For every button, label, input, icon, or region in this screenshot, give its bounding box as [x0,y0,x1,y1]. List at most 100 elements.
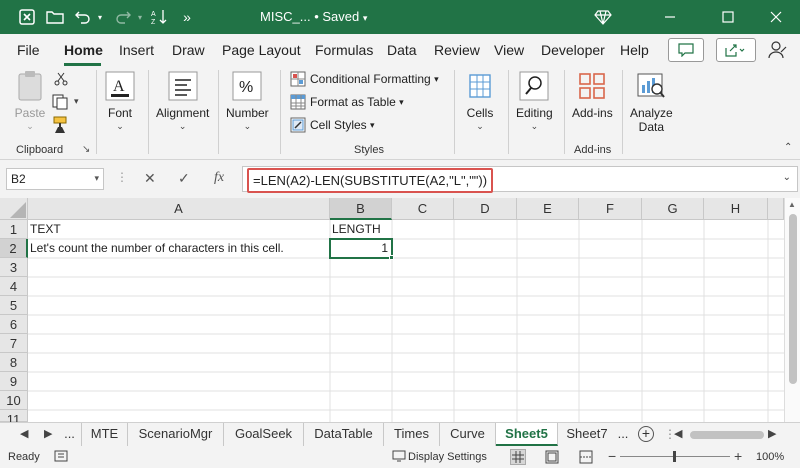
sheet-tab-goalseek[interactable]: GoalSeek [224,423,304,446]
name-box[interactable]: B2 ▾ [6,168,104,190]
vertical-scroll-thumb[interactable] [789,214,797,384]
open-folder-icon[interactable] [44,6,66,28]
tab-insert[interactable]: Insert [119,42,154,58]
display-settings-icon[interactable] [392,450,406,465]
column-header-a[interactable]: A [28,198,330,220]
insert-function-icon[interactable]: fx [214,170,224,186]
page-break-view-icon[interactable] [578,449,594,468]
row-header-2[interactable]: 2 [0,239,28,258]
close-icon[interactable] [754,0,798,34]
column-header-b[interactable]: B [330,198,392,220]
scroll-right-icon[interactable]: ▶ [768,427,776,440]
redo-dropdown-icon[interactable]: ▾ [134,6,146,28]
row-header-11[interactable]: 11 [0,410,28,427]
sheet-tab-sheet5[interactable]: Sheet5 [496,423,558,446]
select-all-button[interactable] [0,198,28,220]
cell-a2[interactable]: Let's count the number of characters in … [28,239,330,258]
tab-home[interactable]: Home [64,42,103,58]
zoom-level[interactable]: 100% [756,451,784,463]
previous-sheet-icon[interactable]: ◀ [20,427,28,440]
sheet-tab-curve[interactable]: Curve [440,423,496,446]
expand-formula-bar-icon[interactable]: ⌄ [783,172,791,183]
zoom-slider-thumb[interactable] [673,451,676,462]
cancel-entry-icon[interactable]: ✕ [144,170,156,187]
column-header-g[interactable]: G [642,198,704,220]
tab-developer[interactable]: Developer [541,42,605,58]
zoom-out-button[interactable]: − [608,448,616,464]
row-header-1[interactable]: 1 [0,220,28,239]
tab-review[interactable]: Review [434,42,480,58]
name-box-dropdown-icon[interactable]: ▾ [94,173,99,184]
redo-icon[interactable] [112,6,134,28]
column-header-e[interactable]: E [517,198,579,220]
conditional-formatting-button[interactable]: Conditional Formatting ▾ [290,71,439,87]
maximize-icon[interactable] [706,0,750,34]
normal-view-icon[interactable] [510,449,526,465]
tab-formulas[interactable]: Formulas [315,42,373,58]
number-button[interactable]: % Number ⌄ [226,70,269,132]
row-header-9[interactable]: 9 [0,372,28,391]
row-header-7[interactable]: 7 [0,334,28,353]
row-header-5[interactable]: 5 [0,296,28,315]
accessibility-icon[interactable] [54,450,68,465]
format-painter-icon[interactable] [52,116,70,137]
vertical-scrollbar[interactable]: ▲ [784,198,800,422]
next-sheet-icon[interactable]: ▶ [44,427,52,440]
alignment-button[interactable]: Alignment ⌄ [156,70,209,132]
add-ins-button[interactable]: Add-ins [572,70,613,120]
column-header-c[interactable]: C [392,198,454,220]
page-layout-view-icon[interactable] [544,449,560,468]
collaborate-icon[interactable] [768,40,788,60]
tab-help[interactable]: Help [620,42,649,58]
cells-button[interactable]: Cells ⌄ [464,70,496,132]
copy-dropdown-icon[interactable]: ▾ [74,96,79,107]
collapse-ribbon-icon[interactable]: ⌃ [784,142,792,153]
tab-view[interactable]: View [494,42,524,58]
zoom-in-button[interactable]: + [734,448,742,464]
premium-diamond-icon[interactable] [592,6,614,28]
sheet-tab-times[interactable]: Times [384,423,440,446]
tab-data[interactable]: Data [387,42,417,58]
editing-button[interactable]: Editing ⌄ [516,70,553,132]
column-header-d[interactable]: D [454,198,517,220]
horizontal-scroll-thumb[interactable] [690,431,764,439]
font-button[interactable]: A Font ⌄ [104,70,136,132]
sheet-tab-mte[interactable]: MTE [82,423,128,446]
undo-icon[interactable] [72,6,94,28]
cell-b1[interactable]: LENGTH [330,220,392,239]
format-as-table-button[interactable]: Format as Table ▾ [290,94,404,110]
formula-input[interactable]: =LEN(A2)-LEN(SUBSTITUTE(A2,"L","")) ⌄ [242,166,798,193]
fill-handle[interactable] [389,255,394,260]
clipboard-launcher-icon[interactable]: ↘ [82,144,90,155]
scroll-left-icon[interactable]: ◀ [674,427,682,440]
scroll-up-icon[interactable]: ▲ [788,200,796,209]
column-header-f[interactable]: F [579,198,642,220]
confirm-entry-icon[interactable]: ✓ [178,170,190,187]
sheet-tab-scenariomgr[interactable]: ScenarioMgr [128,423,224,446]
minimize-icon[interactable] [648,0,692,34]
tab-page-layout[interactable]: Page Layout [222,42,301,58]
analyze-data-button[interactable]: Analyze Data [630,70,673,134]
row-header-6[interactable]: 6 [0,315,28,334]
sheet-overflow-left[interactable]: ... [58,423,82,446]
paste-button[interactable]: Paste ⌄ [14,70,46,132]
comments-button[interactable] [668,38,704,62]
add-sheet-icon[interactable]: + [638,426,654,442]
column-header-h[interactable]: H [704,198,768,220]
share-button[interactable] [716,38,756,62]
sort-ascending-icon[interactable]: AZ [148,6,170,28]
display-settings-button[interactable]: Display Settings [408,451,487,463]
row-header-8[interactable]: 8 [0,353,28,372]
row-header-3[interactable]: 3 [0,258,28,277]
customize-toolbar-icon[interactable]: » [176,6,198,28]
sheet-tab-sheet7[interactable]: Sheet7 [558,423,616,446]
cell-styles-button[interactable]: Cell Styles ▾ [290,117,375,133]
cell-a1[interactable]: TEXT [28,220,330,239]
sheet-tab-datatable[interactable]: DataTable [304,423,384,446]
tab-file[interactable]: File [17,42,40,58]
cut-icon[interactable] [54,72,68,89]
row-header-10[interactable]: 10 [0,391,28,410]
undo-dropdown-icon[interactable]: ▾ [94,6,106,28]
tab-draw[interactable]: Draw [172,42,205,58]
row-header-4[interactable]: 4 [0,277,28,296]
